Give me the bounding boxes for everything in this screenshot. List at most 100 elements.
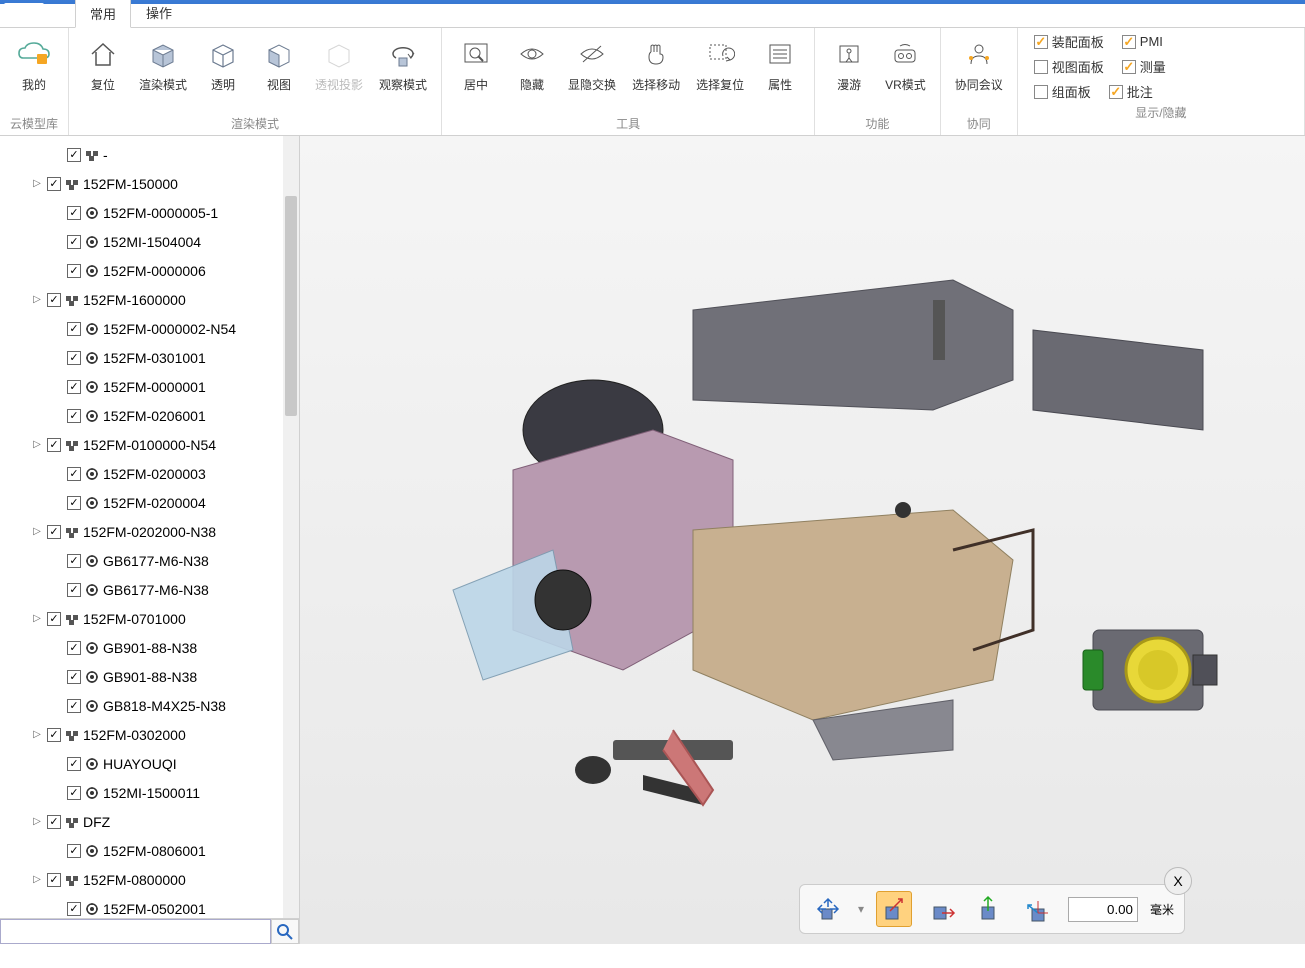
- node-checkbox[interactable]: ✓: [47, 728, 61, 742]
- tree-node[interactable]: ▷✓152FM-0202000-N38: [0, 517, 283, 546]
- node-checkbox[interactable]: ✓: [47, 873, 61, 887]
- expander-icon[interactable]: ▷: [30, 294, 44, 305]
- tab-operation[interactable]: 操作: [131, 0, 187, 27]
- expander-icon[interactable]: ▷: [30, 874, 44, 885]
- transparent-button[interactable]: 透明: [195, 32, 251, 112]
- tree-node[interactable]: ✓HUAYOUQI: [0, 749, 283, 778]
- tree-node[interactable]: ✓GB6177-M6-N38: [0, 546, 283, 575]
- node-checkbox[interactable]: ✓: [47, 815, 61, 829]
- tree-node[interactable]: ✓152FM-0000006: [0, 256, 283, 285]
- node-checkbox[interactable]: ✓: [67, 206, 81, 220]
- hide-button[interactable]: 隐藏: [504, 32, 560, 112]
- roam-button[interactable]: 漫游: [821, 32, 877, 112]
- tree-node[interactable]: ▷✓152FM-150000: [0, 169, 283, 198]
- distance-input[interactable]: [1068, 897, 1138, 922]
- node-checkbox[interactable]: ✓: [67, 322, 81, 336]
- node-checkbox[interactable]: ✓: [47, 438, 61, 452]
- check-group-panel[interactable]: 组面板: [1034, 82, 1091, 101]
- selectmove-button[interactable]: 选择移动: [624, 32, 688, 112]
- tree-node[interactable]: ✓152MI-1504004: [0, 227, 283, 256]
- tree-node[interactable]: ✓GB818-M4X25-N38: [0, 691, 283, 720]
- center-button[interactable]: 居中: [448, 32, 504, 112]
- expander-icon[interactable]: ▷: [30, 613, 44, 624]
- node-checkbox[interactable]: ✓: [47, 612, 61, 626]
- check-pmi[interactable]: ✓PMI: [1122, 32, 1163, 51]
- observemode-button[interactable]: 观察模式: [371, 32, 435, 112]
- tree-node[interactable]: ✓152FM-0502001: [0, 894, 283, 918]
- tree-node[interactable]: ▷✓152FM-0302000: [0, 720, 283, 749]
- node-checkbox[interactable]: ✓: [67, 264, 81, 278]
- reset-button[interactable]: 复位: [75, 32, 131, 112]
- search-input[interactable]: [0, 919, 271, 944]
- expander-icon[interactable]: ▷: [30, 178, 44, 189]
- tree-node[interactable]: ▷✓152FM-0701000: [0, 604, 283, 633]
- tab-common[interactable]: 常用: [75, 0, 131, 28]
- node-checkbox[interactable]: ✓: [67, 902, 81, 916]
- tree-node[interactable]: ✓152FM-0301001: [0, 343, 283, 372]
- toolbar-close-button[interactable]: X: [1164, 867, 1192, 895]
- dropdown-icon[interactable]: ▾: [858, 902, 864, 916]
- showhide-button[interactable]: 显隐交换: [560, 32, 624, 112]
- node-checkbox[interactable]: ✓: [47, 525, 61, 539]
- node-checkbox[interactable]: ✓: [67, 641, 81, 655]
- move-diagonal-button[interactable]: [876, 891, 912, 927]
- 3d-viewport[interactable]: X ▾ 毫米: [300, 136, 1305, 944]
- expander-icon[interactable]: ▷: [30, 439, 44, 450]
- node-checkbox[interactable]: ✓: [67, 380, 81, 394]
- assembly-tree[interactable]: ✓-▷✓152FM-150000✓152FM-0000005-1✓152MI-1…: [0, 136, 283, 918]
- expander-icon[interactable]: ▷: [30, 816, 44, 827]
- node-checkbox[interactable]: ✓: [67, 699, 81, 713]
- move-y-button[interactable]: [972, 891, 1008, 927]
- tree-node[interactable]: ✓152FM-0000005-1: [0, 198, 283, 227]
- tree-scrollbar[interactable]: [283, 136, 299, 918]
- node-checkbox[interactable]: ✓: [67, 409, 81, 423]
- tree-node[interactable]: ✓-: [0, 140, 283, 169]
- check-measure[interactable]: ✓测量: [1122, 57, 1166, 76]
- my-button[interactable]: 我的: [6, 32, 62, 112]
- meeting-button[interactable]: 协同会议: [947, 32, 1011, 112]
- tree-node[interactable]: ✓152MI-1500011: [0, 778, 283, 807]
- node-checkbox[interactable]: ✓: [67, 235, 81, 249]
- check-assembly-panel[interactable]: ✓装配面板: [1034, 32, 1104, 51]
- node-checkbox[interactable]: ✓: [67, 351, 81, 365]
- move-x-button[interactable]: [924, 891, 960, 927]
- tree-node[interactable]: ✓152FM-0200003: [0, 459, 283, 488]
- move-z-button[interactable]: [1020, 891, 1056, 927]
- search-button[interactable]: [271, 919, 299, 944]
- tree-node[interactable]: ▷✓152FM-0800000: [0, 865, 283, 894]
- node-checkbox[interactable]: ✓: [67, 757, 81, 771]
- rendermode-button[interactable]: 渲染模式: [131, 32, 195, 112]
- tree-node[interactable]: ▷✓DFZ: [0, 807, 283, 836]
- tree-node[interactable]: ✓152FM-0806001: [0, 836, 283, 865]
- node-checkbox[interactable]: ✓: [47, 177, 61, 191]
- tree-node[interactable]: ✓GB6177-M6-N38: [0, 575, 283, 604]
- properties-button[interactable]: 属性: [752, 32, 808, 112]
- tree-node[interactable]: ▷✓152FM-1600000: [0, 285, 283, 314]
- node-checkbox[interactable]: ✓: [67, 670, 81, 684]
- node-checkbox[interactable]: ✓: [67, 786, 81, 800]
- tree-node[interactable]: ▷✓152FM-0100000-N54: [0, 430, 283, 459]
- check-annotation[interactable]: ✓批注: [1109, 82, 1153, 101]
- tree-node[interactable]: ✓GB901-88-N38: [0, 633, 283, 662]
- selectreset-button[interactable]: 选择复位: [688, 32, 752, 112]
- expander-icon[interactable]: ▷: [30, 526, 44, 537]
- check-view-panel[interactable]: 视图面板: [1034, 57, 1104, 76]
- node-checkbox[interactable]: ✓: [67, 844, 81, 858]
- tree-node[interactable]: ✓152FM-0200004: [0, 488, 283, 517]
- tree-node[interactable]: ✓GB901-88-N38: [0, 662, 283, 691]
- node-checkbox[interactable]: ✓: [67, 554, 81, 568]
- node-checkbox[interactable]: ✓: [67, 467, 81, 481]
- perspective-button[interactable]: 透视投影: [307, 32, 371, 112]
- node-checkbox[interactable]: ✓: [47, 293, 61, 307]
- vrmode-button[interactable]: VR模式: [877, 32, 934, 112]
- view-button[interactable]: 视图: [251, 32, 307, 112]
- expander-icon[interactable]: ▷: [30, 729, 44, 740]
- move-free-button[interactable]: [810, 891, 846, 927]
- tree-node[interactable]: ✓152FM-0000002-N54: [0, 314, 283, 343]
- tree-node[interactable]: ✓152FM-0000001: [0, 372, 283, 401]
- tree-node[interactable]: ✓152FM-0206001: [0, 401, 283, 430]
- node-checkbox[interactable]: ✓: [67, 148, 81, 162]
- node-checkbox[interactable]: ✓: [67, 496, 81, 510]
- scrollbar-thumb[interactable]: [285, 196, 297, 416]
- node-checkbox[interactable]: ✓: [67, 583, 81, 597]
